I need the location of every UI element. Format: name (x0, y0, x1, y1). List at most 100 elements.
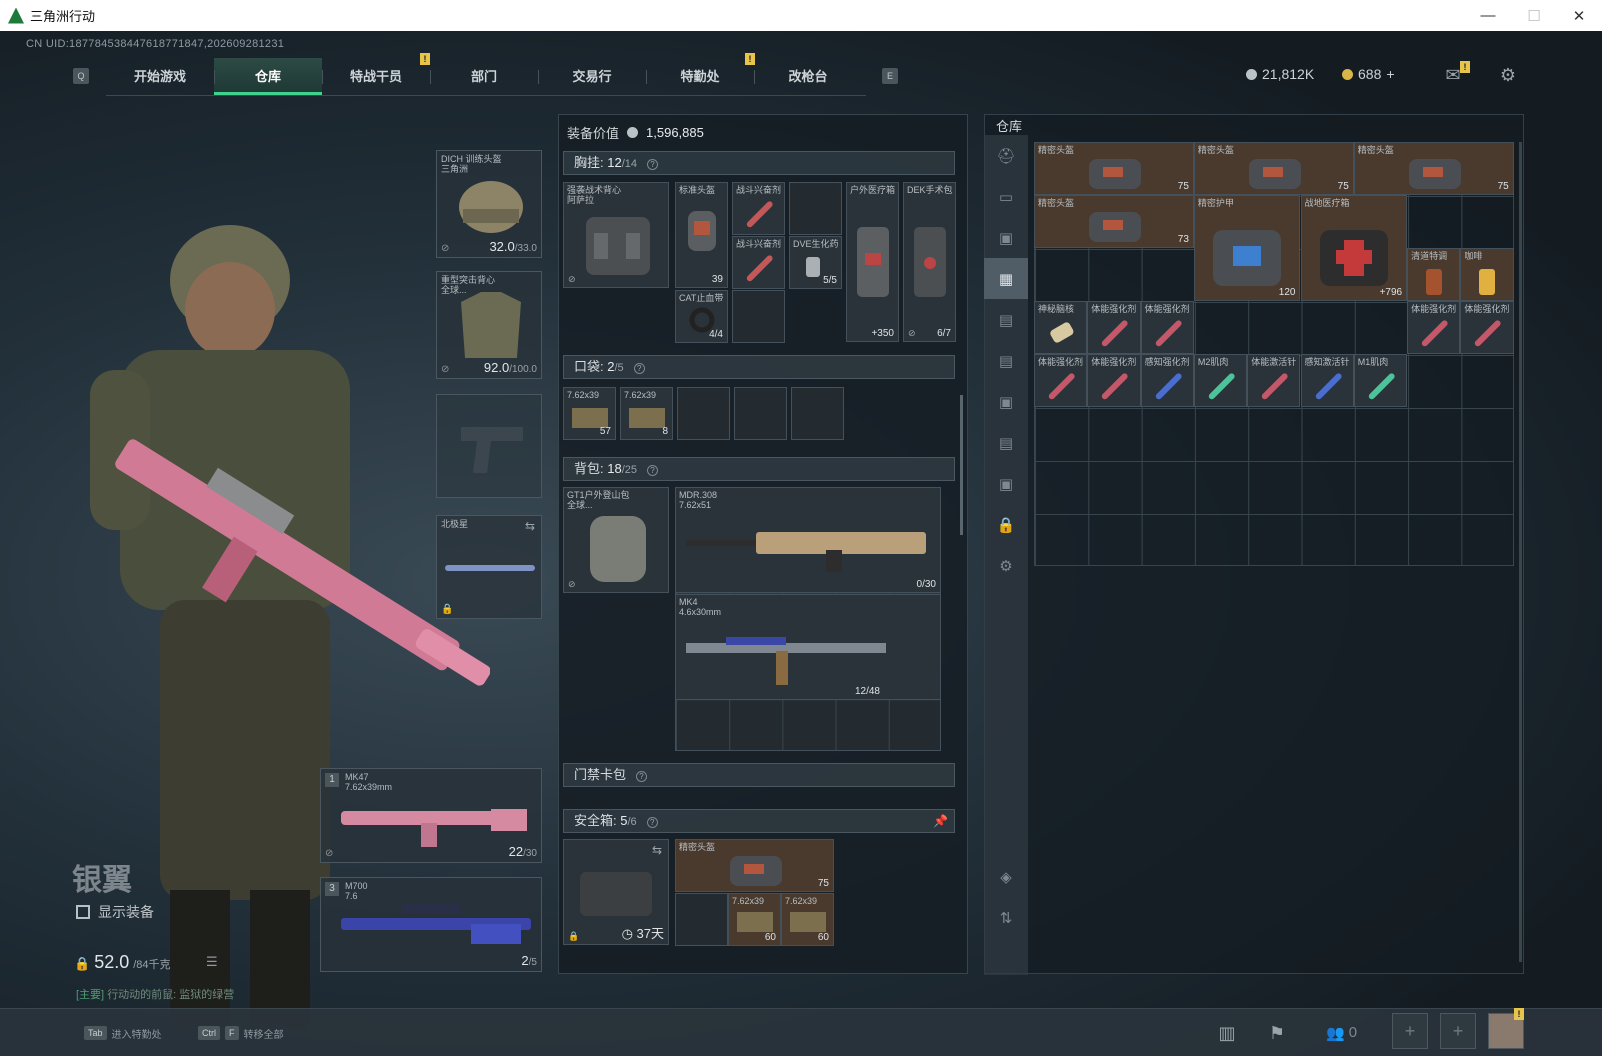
safebox-item[interactable]: 7.62x39 60 (781, 893, 834, 946)
task-tracker[interactable]: [主要] 行动动的前鼠: 监狱的绿营 (76, 986, 234, 1002)
gear-icon[interactable]: ⚙ (984, 545, 1028, 586)
tab-gunsmith[interactable]: 改枪台 (754, 58, 862, 95)
swap-icon[interactable]: ⇆ (652, 843, 662, 857)
help-icon[interactable]: ? (636, 771, 648, 782)
pocket-empty-slot[interactable] (677, 387, 730, 440)
show-equipment-toggle[interactable]: 显示装备 (76, 902, 154, 922)
storage-item[interactable]: 精密头盔 75 (1193, 142, 1354, 195)
pin-icon[interactable]: 📌 (933, 810, 948, 832)
help-icon[interactable]: ? (633, 363, 645, 374)
storage-item[interactable]: 体能激活针 (1247, 354, 1301, 407)
field-medkit-icon (1319, 230, 1388, 286)
no-insure-icon: ⊘ (325, 848, 334, 859)
storage-tab-icon[interactable]: ▣ (984, 463, 1028, 504)
swap-icon[interactable]: ⇆ (525, 519, 535, 533)
storage-item[interactable]: 感知强化剂 (1140, 354, 1194, 407)
storage-item[interactable]: 精密头盔 73 (1034, 195, 1194, 248)
chest-item[interactable]: DVE生化药 5/5 (789, 236, 842, 289)
chest-item[interactable]: 战斗兴奋剂 (732, 182, 785, 235)
add-squad-slot-button[interactable]: + (1440, 1013, 1476, 1049)
storage-tab-box-icon[interactable]: ▣ (984, 217, 1028, 258)
pocket-item[interactable]: 7.62x39 57 (563, 387, 616, 440)
backpack-weapon-item[interactable]: MK4 4.6x30mm 12/48 (675, 594, 941, 700)
storage-item[interactable]: 精密护甲 120 (1193, 195, 1301, 301)
add-gold-button[interactable]: + (1386, 66, 1394, 82)
safebox-empty-slot[interactable] (675, 893, 728, 946)
storage-scrollbar[interactable] (1519, 142, 1522, 962)
pocket-item[interactable]: 7.62x39 8 (620, 387, 673, 440)
backpack-weapon-item[interactable]: MDR.308 7.62x51 0/30 (675, 487, 941, 593)
chest-item[interactable]: 战斗兴奋剂 (732, 236, 785, 289)
add-squad-slot-button[interactable]: + (1392, 1013, 1428, 1049)
flag-icon[interactable]: ⚑ (1266, 1022, 1288, 1044)
safebox-item[interactable]: 7.62x39 60 (728, 893, 781, 946)
chest-empty-slot[interactable] (732, 290, 785, 343)
keycard-header[interactable]: 门禁卡包? (563, 763, 955, 787)
close-button[interactable]: ✕ (1556, 0, 1602, 31)
storage-item[interactable]: 体能强化剂 (1140, 301, 1194, 354)
chest-item[interactable]: CAT止血带 4/4 (675, 290, 728, 343)
nav-prev-key[interactable]: Q (73, 68, 89, 84)
tab-department[interactable]: 部门 (430, 58, 538, 95)
storage-item[interactable]: M2肌肉 (1193, 354, 1248, 407)
storage-item[interactable]: 战地医疗箱 +796 (1300, 195, 1408, 301)
storage-item[interactable]: 体能强化剂 (1034, 354, 1088, 407)
tab-special-ops[interactable]: 特勤处 (646, 58, 754, 95)
tab-trading[interactable]: 交易行 (538, 58, 646, 95)
chest-item[interactable]: 户外医疗箱 +350 (846, 182, 899, 342)
storage-item[interactable]: 咖啡 (1460, 248, 1514, 301)
melee-slot[interactable]: 北极星 ⇆ 🔒 (436, 515, 542, 619)
pocket-empty-slot[interactable] (734, 387, 787, 440)
enter-special-ops-button[interactable]: Tab 进入特勤处 (84, 1022, 162, 1044)
storage-item[interactable]: 体能强化剂 (1407, 301, 1461, 354)
storage-tab-icon[interactable]: ▤ (984, 340, 1028, 381)
storage-item[interactable]: 清道特调 (1407, 248, 1461, 301)
storage-item[interactable]: 精密头盔 75 (1034, 142, 1194, 195)
tab-operators[interactable]: 特战干员 (322, 58, 430, 95)
help-icon[interactable]: ? (647, 159, 659, 170)
help-icon[interactable]: ? (646, 817, 658, 828)
storage-item[interactable]: 感知激活针 (1300, 354, 1354, 407)
storage-tab-icon[interactable]: ▣ (984, 381, 1028, 422)
transfer-all-button[interactable]: Ctrl F 转移全部 (198, 1022, 284, 1044)
scrollbar[interactable] (960, 395, 963, 535)
primary-weapon-slot[interactable]: 1 MK47 7.62x39mm ⊘ 22/30 (320, 768, 542, 863)
storage-item[interactable]: 体能强化剂 (1087, 301, 1141, 354)
checkbox[interactable] (76, 905, 90, 919)
help-icon[interactable]: ? (647, 465, 659, 476)
chest-item[interactable]: DEK手术包 ⊘ 6/7 (903, 182, 956, 342)
helmet-slot[interactable]: DICH 训练头盔 三角洲 ⊘ 32.0/33.0 (436, 150, 542, 258)
chest-item[interactable]: 标准头盔 39 (675, 182, 728, 288)
storage-item[interactable]: 体能强化剂 (1087, 354, 1141, 407)
secondary-weapon-slot[interactable]: 3 M700 7.6 2/5 (320, 877, 542, 972)
backpack-item[interactable]: GT1户外登山包 全球... ⊘ (563, 487, 669, 593)
storage-tab-helmet-icon[interactable]: ⛑ (984, 135, 1028, 176)
chest-empty-slot[interactable] (789, 182, 842, 235)
minimize-button[interactable]: — (1465, 0, 1511, 31)
storage-tab-icon[interactable]: ▤ (984, 422, 1028, 463)
layers-icon[interactable]: ◈ (984, 856, 1028, 897)
tab-start-game[interactable]: 开始游戏 (106, 58, 214, 95)
storage-tab-icon[interactable]: ▤ (984, 299, 1028, 340)
lock-icon[interactable]: 🔒 (984, 504, 1028, 545)
chest-rig-item[interactable]: 强袭战术背心 阿萨拉 ⊘ (563, 182, 669, 288)
maximize-button[interactable]: ☐ (1511, 0, 1557, 31)
friends-indicator[interactable]: 👥 0 (1326, 1024, 1357, 1042)
storage-tab-weapon-icon[interactable]: ▭ (984, 176, 1028, 217)
storage-item[interactable]: 神秘脑核 (1034, 301, 1088, 354)
safebox-item[interactable]: 精密头盔 75 (675, 839, 834, 892)
storage-item[interactable]: 体能强化剂 (1460, 301, 1514, 354)
stats-icon[interactable]: ▥ (1216, 1022, 1238, 1044)
safebox-container[interactable]: ⇆ 🔒 ◷ 37天 (563, 839, 669, 945)
gear-icon[interactable]: ⚙ (1497, 64, 1519, 86)
storage-item[interactable]: M1肌肉 (1353, 354, 1408, 407)
nav-next-key[interactable]: E (882, 68, 898, 84)
pistol-slot-empty[interactable] (436, 394, 542, 498)
storage-item[interactable]: 精密头盔 75 (1353, 142, 1514, 195)
armor-slot[interactable]: 重型突击背心 全球... ⊘ 92.0/100.0 (436, 271, 542, 379)
storage-tab-active-icon[interactable]: ▦ (984, 258, 1028, 299)
tab-warehouse[interactable]: 仓库 (214, 58, 322, 95)
list-icon[interactable]: ☰ (206, 954, 218, 970)
sort-icon[interactable]: ⇅ (984, 897, 1028, 938)
pocket-empty-slot[interactable] (791, 387, 844, 440)
